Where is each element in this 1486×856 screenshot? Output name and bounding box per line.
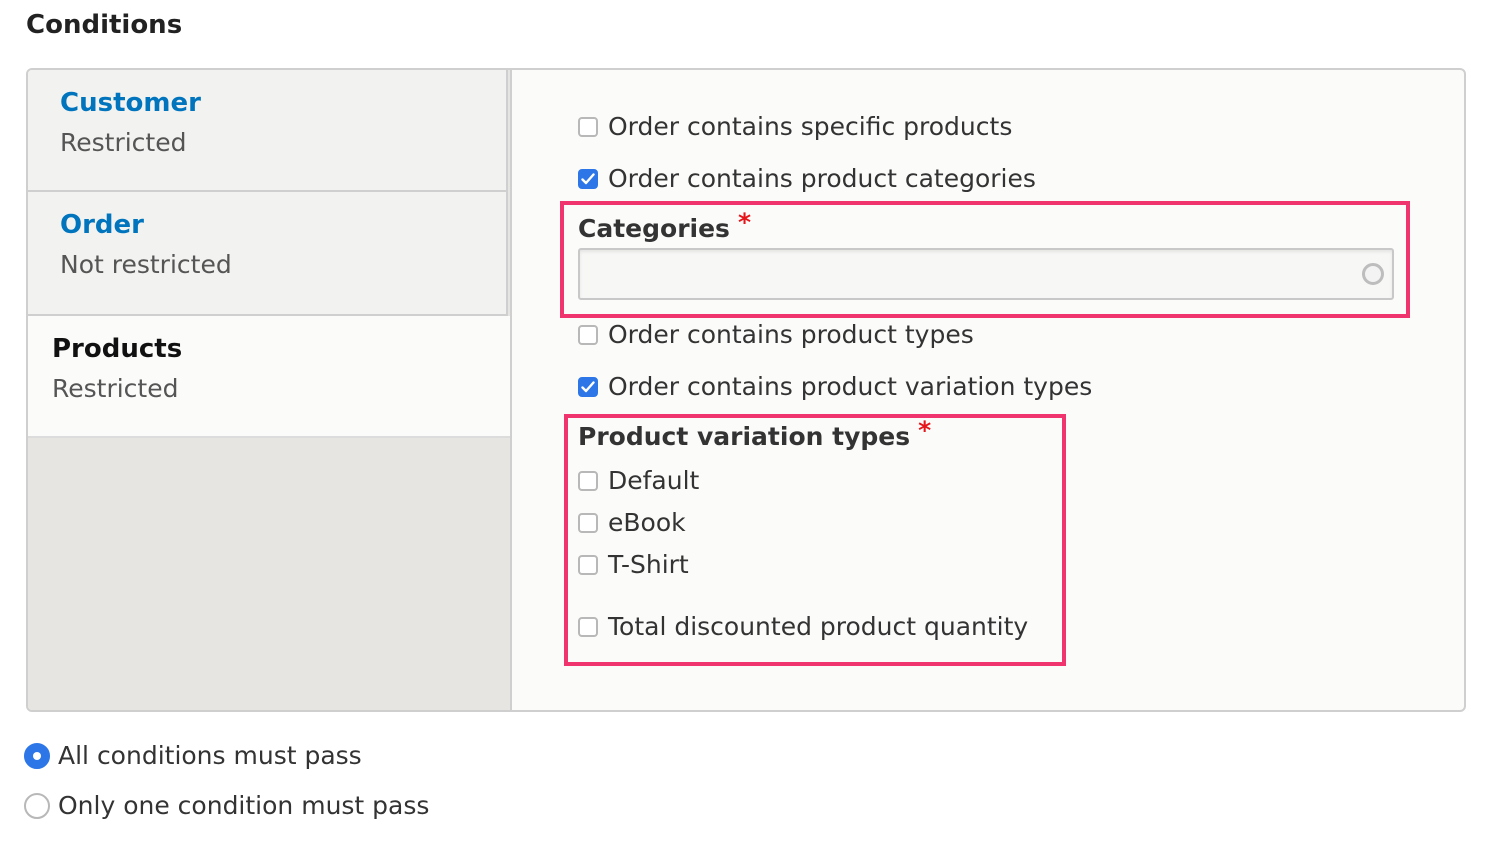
variation-type-tshirt[interactable]: T-Shirt — [578, 550, 689, 579]
option-specific-products-label: Order contains specific products — [608, 112, 1013, 141]
option-product-categories[interactable]: Order contains product categories — [578, 164, 1036, 193]
option-total-quantity[interactable]: Total discounted product quantity — [578, 612, 1028, 641]
radio-one-button[interactable] — [24, 792, 50, 819]
tab-products[interactable]: Products Restricted — [28, 316, 510, 438]
tab-order-status: Not restricted — [60, 250, 232, 279]
variation-type-default[interactable]: Default — [578, 466, 699, 495]
vertical-tabs: Customer Restricted Order Not restricted… — [28, 70, 512, 710]
variation-type-default-label: Default — [608, 466, 700, 495]
checkbox-variation-types[interactable] — [578, 376, 598, 397]
tab-customer[interactable]: Customer Restricted — [28, 70, 508, 192]
checkbox-default[interactable] — [578, 470, 598, 491]
variation-type-tshirt-label: T-Shirt — [608, 550, 689, 579]
option-variation-types-label: Order contains product variation types — [608, 372, 1093, 401]
radio-one-condition[interactable]: Only one condition must pass — [24, 791, 429, 820]
option-product-types-label: Order contains product types — [608, 320, 974, 349]
conditions-panel: Customer Restricted Order Not restricted… — [26, 68, 1466, 712]
autocomplete-spinner-icon — [1362, 263, 1384, 285]
section-title: Conditions — [26, 10, 183, 40]
checkbox-total-quantity[interactable] — [578, 616, 598, 637]
checkbox-ebook[interactable] — [578, 512, 598, 533]
categories-input[interactable] — [578, 248, 1394, 300]
checkbox-specific-products[interactable] — [578, 116, 598, 137]
tab-customer-status: Restricted — [60, 128, 187, 157]
option-variation-types[interactable]: Order contains product variation types — [578, 372, 1092, 401]
checkbox-product-types[interactable] — [578, 324, 598, 345]
tab-order[interactable]: Order Not restricted — [28, 192, 508, 316]
checkbox-tshirt[interactable] — [578, 554, 598, 575]
checkmark-icon — [581, 172, 595, 184]
tab-products-status: Restricted — [52, 374, 179, 403]
variation-types-label: Product variation types * — [578, 416, 932, 451]
option-total-quantity-label: Total discounted product quantity — [608, 612, 1029, 641]
categories-label: Categories * — [578, 208, 752, 243]
required-marker: * — [737, 208, 752, 237]
tab-customer-name: Customer — [60, 88, 201, 118]
variation-type-ebook-label: eBook — [608, 508, 686, 537]
tab-products-name: Products — [52, 334, 183, 364]
variation-type-ebook[interactable]: eBook — [578, 508, 686, 537]
option-specific-products[interactable]: Order contains specific products — [578, 112, 1012, 141]
checkmark-icon — [581, 380, 595, 392]
radio-one-label: Only one condition must pass — [58, 791, 430, 820]
radio-all-label: All conditions must pass — [58, 741, 362, 770]
radio-all-button[interactable] — [24, 742, 50, 769]
checkbox-product-categories[interactable] — [578, 168, 598, 189]
option-product-types[interactable]: Order contains product types — [578, 320, 974, 349]
option-product-categories-label: Order contains product categories — [608, 164, 1036, 193]
radio-all-conditions[interactable]: All conditions must pass — [24, 741, 362, 770]
tab-order-name: Order — [60, 210, 144, 240]
required-marker: * — [918, 416, 932, 445]
